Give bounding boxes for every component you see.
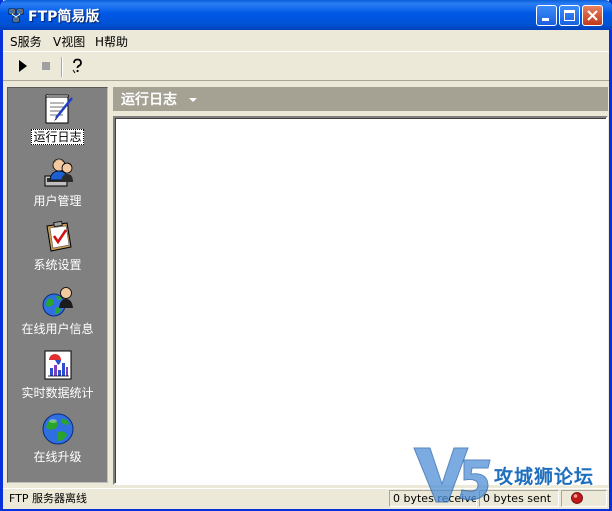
status-bytes-sent: 0 bytes sent — [479, 490, 559, 507]
menu-service[interactable]: S服务 — [10, 33, 42, 50]
app-window: FTP简易版 S服务 V视图 H帮助 运行日志 用户管理 系统设置 在线用户信息… — [0, 0, 612, 511]
app-network-icon — [8, 8, 24, 23]
toolbar — [3, 51, 609, 81]
online-user-globe-icon — [42, 287, 73, 317]
menu-view[interactable]: V视图 — [53, 33, 85, 50]
sidebar-item-online-users[interactable]: 在线用户信息 — [8, 282, 107, 344]
sidebar-item-label: 用户管理 — [33, 194, 82, 208]
close-icon — [587, 10, 598, 21]
status-light-icon — [571, 492, 583, 504]
sidebar-item-run-log[interactable]: 运行日志 — [8, 90, 107, 152]
status-server-state: FTP 服务器离线 — [9, 492, 87, 505]
globe-upgrade-icon — [42, 413, 74, 445]
dropdown-arrow-icon[interactable] — [189, 98, 197, 102]
menu-bar: S服务 V视图 H帮助 — [3, 30, 609, 50]
log-view[interactable] — [113, 116, 608, 485]
play-icon[interactable] — [14, 57, 32, 75]
status-bytes-received: 0 bytes received — [389, 490, 477, 507]
sidebar-item-realtime-stats[interactable]: 实时数据统计 — [8, 346, 107, 408]
menu-help[interactable]: H帮助 — [95, 33, 128, 50]
stop-icon[interactable] — [37, 57, 55, 75]
main-panel-title: 运行日志 — [121, 92, 177, 108]
sidebar-item-user-management[interactable]: 用户管理 — [8, 154, 107, 216]
sidebar-item-label: 运行日志 — [31, 129, 84, 145]
status-indicator-pane — [561, 490, 607, 507]
window-title: FTP简易版 — [28, 9, 100, 25]
toolbar-separator — [61, 57, 63, 77]
maximize-button[interactable] — [559, 5, 580, 26]
statistics-chart-icon — [44, 350, 72, 380]
sidebar-item-label: 在线升级 — [33, 450, 82, 464]
title-bar[interactable]: FTP简易版 — [0, 0, 612, 30]
main-panel-header[interactable]: 运行日志 — [113, 87, 608, 111]
sidebar-item-system-settings[interactable]: 系统设置 — [8, 218, 107, 280]
clipboard-settings-icon — [46, 221, 72, 252]
status-bar: FTP 服务器离线 0 bytes received 0 bytes sent — [3, 488, 609, 509]
user-management-icon — [44, 158, 73, 187]
help-icon[interactable] — [68, 57, 86, 75]
sidebar-item-online-upgrade[interactable]: 在线升级 — [8, 410, 107, 472]
sidebar-item-label: 实时数据统计 — [21, 386, 94, 400]
close-button[interactable] — [582, 5, 603, 26]
log-notepad-icon — [45, 94, 73, 124]
maximize-icon — [564, 10, 575, 21]
sidebar: 运行日志 用户管理 系统设置 在线用户信息 实时数据统计 在线升级 — [7, 87, 108, 483]
sidebar-item-label: 系统设置 — [33, 258, 82, 272]
sidebar-item-label: 在线用户信息 — [21, 322, 94, 336]
minimize-icon — [542, 18, 549, 21]
minimize-button[interactable] — [536, 5, 557, 26]
